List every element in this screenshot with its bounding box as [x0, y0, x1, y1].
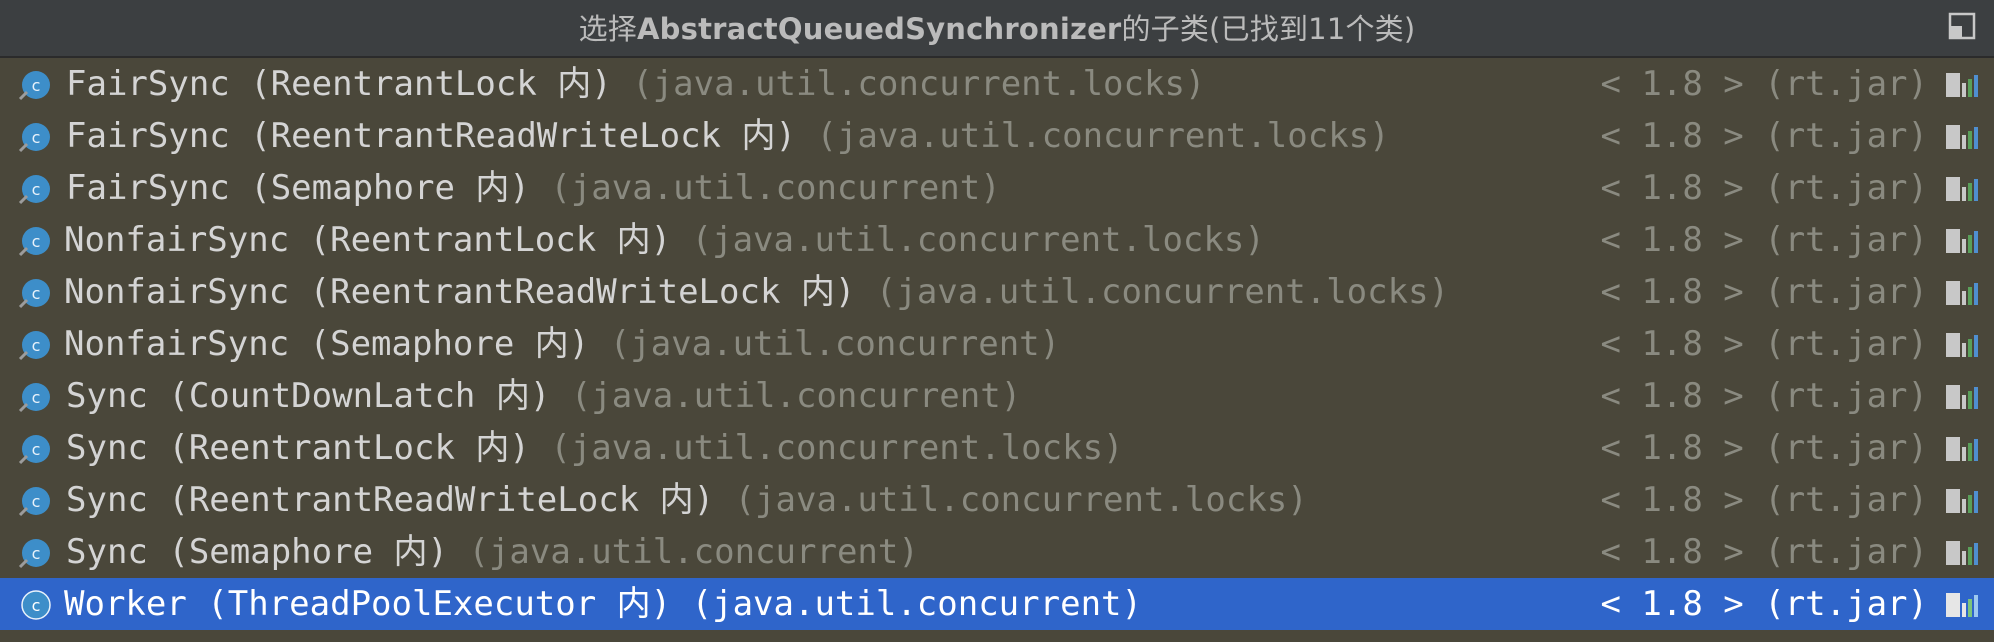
result-package: (java.util.concurrent.locks) — [816, 116, 1390, 156]
result-package: (java.util.concurrent.locks) — [691, 220, 1265, 260]
library-jar-icon — [1946, 281, 1978, 305]
result-row-2[interactable]: c FairSync (Semaphore 内) (java.util.conc… — [0, 162, 1994, 214]
result-row-3[interactable]: c NonfairSync (ReentrantLock 内) (java.ut… — [0, 214, 1994, 266]
result-package: (java.util.concurrent) — [570, 376, 1022, 416]
library-jar-icon — [1946, 177, 1978, 201]
result-version: < 1.8 > (rt.jar) — [1600, 168, 1928, 208]
result-class-name: Sync (CountDownLatch 内) — [66, 376, 551, 416]
result-package: (java.util.concurrent) — [691, 584, 1142, 624]
result-package: (java.util.concurrent.locks) — [875, 272, 1450, 312]
library-jar-icon — [1946, 541, 1978, 565]
svg-text:c: c — [32, 336, 41, 355]
svg-text:c: c — [32, 492, 41, 511]
class-icon: c — [18, 487, 50, 517]
result-version: < 1.8 > (rt.jar) — [1600, 324, 1928, 364]
svg-text:c: c — [32, 76, 41, 95]
result-version: < 1.8 > (rt.jar) — [1600, 584, 1928, 624]
result-row-0[interactable]: c FairSync (ReentrantLock 内) (java.util.… — [0, 58, 1994, 110]
class-icon: c — [18, 71, 50, 101]
result-class-name: Worker (ThreadPoolExecutor 内) — [64, 584, 672, 624]
result-main-text: FairSync (ReentrantLock 内) (java.util.co… — [66, 58, 1205, 110]
svg-text:c: c — [32, 544, 41, 563]
result-main-text: Sync (CountDownLatch 内) (java.util.concu… — [66, 370, 1021, 422]
result-row-7[interactable]: c Sync (ReentrantLock 内) (java.util.conc… — [0, 422, 1994, 474]
subclass-result-list: c FairSync (ReentrantLock 内) (java.util.… — [0, 58, 1994, 642]
svg-text:c: c — [32, 440, 41, 459]
result-package: (java.util.concurrent.locks) — [550, 428, 1124, 468]
result-row-4[interactable]: c NonfairSync (ReentrantReadWriteLock 内)… — [0, 266, 1994, 318]
popup-title: 选择AbstractQueuedSynchronizer的子类(已找到11个类) — [0, 6, 1994, 48]
result-version: < 1.8 > (rt.jar) — [1600, 64, 1928, 104]
result-version: < 1.8 > (rt.jar) — [1600, 376, 1928, 416]
library-jar-icon — [1946, 333, 1978, 357]
title-suffix: 的子类(已找到11个类) — [1121, 12, 1416, 46]
class-icon: c — [18, 383, 50, 413]
result-main-text: Sync (ReentrantLock 内) (java.util.concur… — [66, 422, 1124, 474]
result-package: (java.util.concurrent) — [609, 324, 1061, 364]
result-main-text: FairSync (Semaphore 内) (java.util.concur… — [66, 162, 1001, 214]
result-class-name: NonfairSync (ReentrantReadWriteLock 内) — [64, 272, 856, 312]
class-icon: c — [18, 227, 50, 257]
result-class-name: Sync (Semaphore 内) — [66, 532, 448, 572]
svg-text:c: c — [32, 232, 41, 251]
library-jar-icon — [1946, 229, 1978, 253]
svg-text:c: c — [32, 128, 41, 147]
class-icon: c — [18, 539, 50, 569]
library-jar-icon — [1946, 593, 1978, 617]
result-row-1[interactable]: c FairSync (ReentrantReadWriteLock 内) (j… — [0, 110, 1994, 162]
result-row-5[interactable]: c NonfairSync (Semaphore 内) (java.util.c… — [0, 318, 1994, 370]
result-class-name: Sync (ReentrantLock 内) — [66, 428, 530, 468]
result-class-name: FairSync (ReentrantLock 内) — [66, 64, 612, 104]
result-version: < 1.8 > (rt.jar) — [1600, 532, 1928, 572]
library-jar-icon — [1946, 437, 1978, 461]
class-icon: c — [18, 175, 50, 205]
result-package: (java.util.concurrent.locks) — [734, 480, 1308, 520]
result-class-name: FairSync (ReentrantReadWriteLock 内) — [66, 116, 796, 156]
result-version: < 1.8 > (rt.jar) — [1600, 272, 1928, 312]
title-class-name: AbstractQueuedSynchronizer — [637, 12, 1122, 46]
library-jar-icon — [1946, 489, 1978, 513]
result-version: < 1.8 > (rt.jar) — [1600, 428, 1928, 468]
result-class-name: FairSync (Semaphore 内) — [66, 168, 530, 208]
class-icon: c — [18, 331, 50, 361]
result-row-6[interactable]: c Sync (CountDownLatch 内) (java.util.con… — [0, 370, 1994, 422]
result-main-text: NonfairSync (ReentrantLock 内) (java.util… — [64, 214, 1265, 266]
result-class-name: Sync (ReentrantReadWriteLock 内) — [66, 480, 715, 520]
svg-text:c: c — [32, 596, 41, 615]
result-main-text: NonfairSync (ReentrantReadWriteLock 内) (… — [64, 266, 1449, 318]
result-class-name: NonfairSync (ReentrantLock 内) — [64, 220, 672, 260]
result-package: (java.util.concurrent.locks) — [632, 64, 1206, 104]
library-jar-icon — [1946, 385, 1978, 409]
result-row-10-selected[interactable]: c Worker (ThreadPoolExecutor 内) (java.ut… — [0, 578, 1994, 630]
class-icon: c — [18, 123, 50, 153]
result-package: (java.util.concurrent) — [468, 532, 919, 572]
class-icon: c — [21, 590, 51, 620]
result-version: < 1.8 > (rt.jar) — [1600, 480, 1928, 520]
result-main-text: Sync (ReentrantReadWriteLock 内) (java.ut… — [66, 474, 1308, 526]
result-row-8[interactable]: c Sync (ReentrantReadWriteLock 内) (java.… — [0, 474, 1994, 526]
popup-titlebar: 选择AbstractQueuedSynchronizer的子类(已找到11个类) — [0, 0, 1994, 58]
result-main-text: Worker (ThreadPoolExecutor 内) (java.util… — [64, 578, 1142, 630]
choose-subclass-popup: 选择AbstractQueuedSynchronizer的子类(已找到11个类)… — [0, 0, 1994, 642]
svg-text:c: c — [32, 284, 41, 303]
result-main-text: FairSync (ReentrantReadWriteLock 内) (jav… — [66, 110, 1390, 162]
result-version: < 1.8 > (rt.jar) — [1600, 220, 1928, 260]
class-icon: c — [18, 279, 50, 309]
library-jar-icon — [1946, 73, 1978, 97]
class-icon: c — [18, 435, 50, 465]
svg-text:c: c — [32, 388, 41, 407]
svg-text:c: c — [32, 180, 41, 199]
library-jar-icon — [1946, 125, 1978, 149]
result-version: < 1.8 > (rt.jar) — [1600, 116, 1928, 156]
result-row-9[interactable]: c Sync (Semaphore 内) (java.util.concurre… — [0, 526, 1994, 578]
pin-window-icon[interactable] — [1948, 12, 1976, 40]
result-main-text: Sync (Semaphore 内) (java.util.concurrent… — [66, 526, 919, 578]
title-prefix: 选择 — [578, 12, 638, 46]
result-package: (java.util.concurrent) — [550, 168, 1001, 208]
result-main-text: NonfairSync (Semaphore 内) (java.util.con… — [64, 318, 1060, 370]
result-class-name: NonfairSync (Semaphore 内) — [64, 324, 590, 364]
